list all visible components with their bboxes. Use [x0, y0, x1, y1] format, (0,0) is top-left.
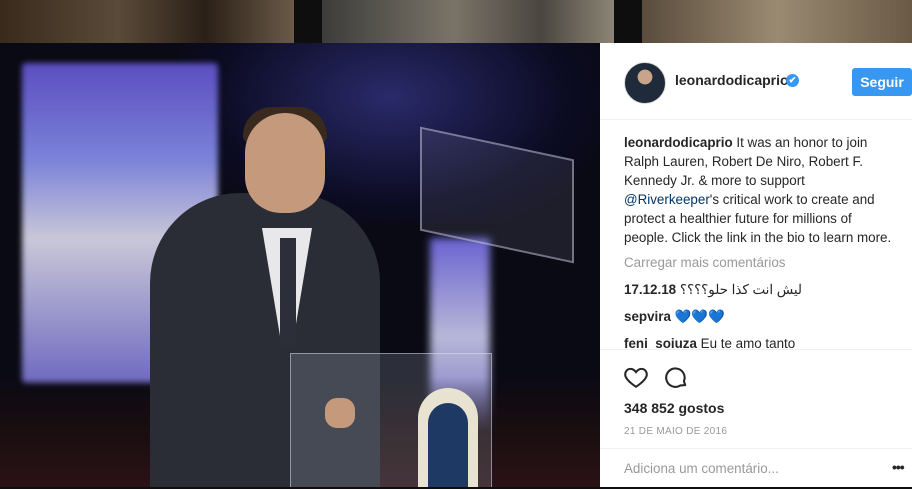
- comment-input[interactable]: [624, 461, 854, 476]
- comment-username[interactable]: 17.12.18: [624, 282, 676, 297]
- follow-button[interactable]: Seguir: [852, 68, 912, 96]
- comment-username[interactable]: sepvira: [624, 309, 671, 324]
- feed-thumbnail[interactable]: [0, 0, 294, 43]
- verified-icon: ✔: [786, 74, 799, 87]
- feed-thumbnail[interactable]: [642, 0, 912, 43]
- podium-seal-inner: [428, 403, 468, 487]
- likes-count[interactable]: 348 852 gostos: [624, 400, 724, 416]
- comment: sepvira 💙💙💙: [624, 308, 894, 326]
- speaker-head: [245, 113, 325, 213]
- post-date[interactable]: 21 DE MAIO DE 2016: [624, 426, 727, 437]
- speaker-hand: [325, 398, 355, 428]
- post-modal: leonardodicaprio ✔ Seguir leonardodicapr…: [0, 43, 912, 487]
- comments-area[interactable]: leonardodicaprio It was an honor to join…: [624, 133, 894, 348]
- more-options-icon[interactable]: •••: [892, 459, 912, 475]
- post-side-panel: leonardodicaprio ✔ Seguir leonardodicapr…: [600, 43, 912, 487]
- comment: feni_sojuza Eu te amo tanto: [624, 335, 894, 348]
- feed-thumbnail[interactable]: [322, 0, 614, 43]
- heart-icon[interactable]: [623, 364, 649, 390]
- username-link[interactable]: leonardodicaprio: [675, 72, 789, 88]
- comment: 17.12.18 ليش انت كذا حلو؟؟؟؟: [624, 281, 894, 299]
- comment-text: Eu te amo tanto: [700, 336, 796, 348]
- post-photo[interactable]: [0, 43, 600, 487]
- add-comment-bar: •••: [600, 448, 912, 489]
- post-caption: leonardodicaprio It was an honor to join…: [624, 133, 894, 247]
- comment-icon[interactable]: [663, 364, 689, 390]
- mention-link[interactable]: @Riverkeeper: [624, 192, 710, 207]
- caption-username[interactable]: leonardodicaprio: [624, 135, 733, 150]
- post-actions: 348 852 gostos 21 DE MAIO DE 2016 •••: [600, 349, 912, 488]
- comment-username[interactable]: feni_sojuza: [624, 336, 697, 348]
- post-header: leonardodicaprio ✔ Seguir: [600, 43, 912, 120]
- speaker-tie: [280, 238, 296, 348]
- comment-text: 💙💙💙: [674, 309, 725, 324]
- comment-text: ليش انت كذا حلو؟؟؟؟: [679, 282, 802, 297]
- avatar[interactable]: [624, 62, 666, 104]
- load-more-comments[interactable]: Carregar mais comentários: [624, 254, 894, 272]
